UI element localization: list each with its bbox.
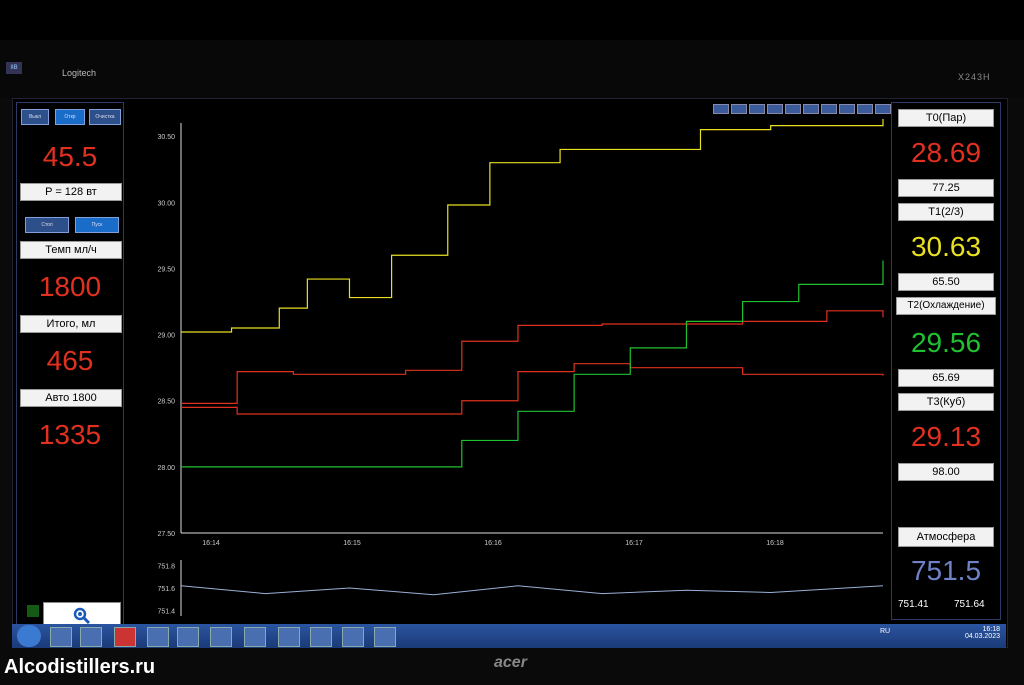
start-button[interactable] <box>17 625 41 647</box>
t0-sub: 77.25 <box>898 179 994 197</box>
clean-button[interactable]: Очистка <box>89 109 121 125</box>
atm-value: 751.5 <box>910 555 982 586</box>
auto-label: Авто 1800 <box>20 389 122 407</box>
app-icon[interactable] <box>342 627 364 647</box>
y-tick-label: 28.50 <box>157 399 175 406</box>
open-button[interactable]: Откр <box>55 109 85 125</box>
sticker: IIB <box>6 62 22 74</box>
app-icon[interactable] <box>147 627 169 647</box>
t2-value: 29.56 <box>910 327 982 358</box>
watermark: Alcodistillers.ru <box>4 656 156 678</box>
t2-label: T2(Охлаждение) <box>896 297 996 315</box>
y-tick-label: 28.00 <box>157 465 175 472</box>
start-button[interactable]: Пуск <box>75 217 119 233</box>
t1-value: 30.63 <box>910 231 982 262</box>
t1-label: T1(2/3) <box>898 203 994 221</box>
app-icon[interactable] <box>278 627 300 647</box>
taskbar: RU 16:18 04.03.2023 <box>12 624 1006 648</box>
stop-button[interactable]: Стоп <box>25 217 69 233</box>
y-tick-label: 30.50 <box>157 134 175 141</box>
atm-max: 751.64 <box>954 599 985 610</box>
app-icon[interactable] <box>244 627 266 647</box>
pressure-line <box>180 585 884 596</box>
pressure-tick-label: 751.6 <box>157 586 175 593</box>
t0-value: 28.69 <box>910 137 982 168</box>
clock-date: 04.03.2023 <box>964 633 1000 640</box>
clock[interactable]: 16:18 04.03.2023 <box>965 626 1000 640</box>
status-led <box>27 605 39 617</box>
chart-app-icon[interactable] <box>374 627 396 647</box>
right-panel: T0(Пар) 28.69 77.25 T1(2/3) 30.63 65.50 … <box>891 102 1001 620</box>
t0-label: T0(Пар) <box>898 109 994 127</box>
explorer-icon[interactable] <box>50 627 72 647</box>
pressure-tick-label: 751.8 <box>157 564 175 571</box>
x-tick-label: 16:18 <box>766 540 784 547</box>
x-tick-label: 16:15 <box>343 540 361 547</box>
t2-sub: 65.69 <box>898 369 994 387</box>
app-icon[interactable] <box>210 627 232 647</box>
app-icon[interactable] <box>310 627 332 647</box>
logitech-logo: Logitech <box>62 68 97 78</box>
t3-sub: 98.00 <box>898 463 994 481</box>
rate-value: 1800 <box>38 271 102 302</box>
left-panel: Выкл Откр Очистка 45.5 P = 128 вт Стоп П… <box>16 102 124 642</box>
language-indicator[interactable]: RU <box>880 628 890 635</box>
auto-value: 1335 <box>38 419 102 450</box>
t3-label: T3(Куб) <box>898 393 994 411</box>
monitor-top <box>0 40 1024 98</box>
y-tick-label: 27.50 <box>157 531 175 538</box>
clock-time: 16:18 <box>982 626 1000 633</box>
temperature-chart: 30.50 30.00 29.50 29.00 28.50 28.00 27.50 16:14… <box>157 119 884 547</box>
atm-min: 751.41 <box>898 599 929 610</box>
chart-toolbar <box>713 101 893 114</box>
t3-value: 29.13 <box>910 421 982 452</box>
media-player-icon[interactable] <box>80 627 102 647</box>
y-tick-label: 29.50 <box>157 266 175 273</box>
rate-label: Темп мл/ч <box>20 241 122 259</box>
atm-label: Атмосфера <box>898 527 994 547</box>
off-button[interactable]: Выкл <box>21 109 49 125</box>
y-tick-label: 30.00 <box>157 200 175 207</box>
total-label: Итого, мл <box>20 315 122 333</box>
total-value: 465 <box>46 345 94 376</box>
monitor-model: X243H <box>958 72 991 82</box>
x-tick-label: 16:14 <box>202 540 220 547</box>
series-line-1 <box>181 310 884 404</box>
series-line-0 <box>181 119 884 333</box>
power-value: 45.5 <box>42 141 98 172</box>
screen: Выкл Откр Очистка 45.5 P = 128 вт Стоп П… <box>12 98 1008 648</box>
app-icon[interactable] <box>177 627 199 647</box>
settings-gear-icon <box>73 607 91 625</box>
x-tick-label: 16:16 <box>484 540 502 547</box>
t1-sub: 65.50 <box>898 273 994 291</box>
pressure-tick-label: 751.4 <box>157 608 175 615</box>
x-tick-label: 16:17 <box>625 540 643 547</box>
power-label: P = 128 вт <box>20 183 122 201</box>
series-line-3 <box>181 260 884 468</box>
y-tick-label: 29.00 <box>157 333 175 340</box>
acer-logo: acer <box>494 654 527 671</box>
pressure-chart: 751.8 751.6 751.4 <box>157 560 884 616</box>
chrome-icon[interactable] <box>114 627 136 647</box>
